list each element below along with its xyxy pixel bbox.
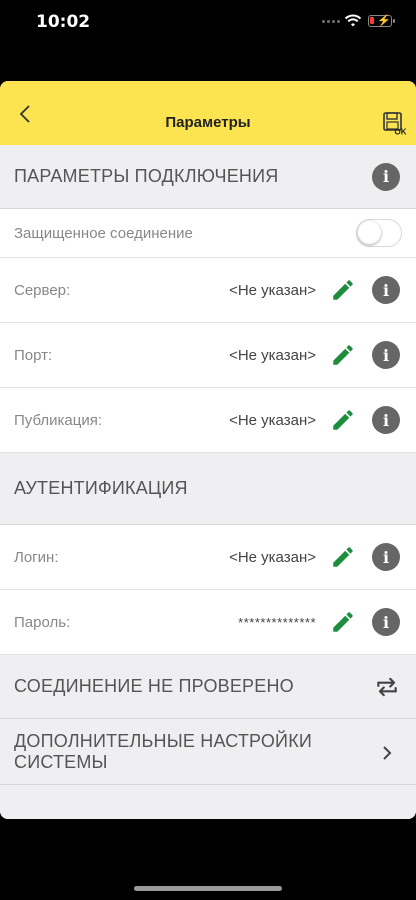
edit-port-pencil-icon[interactable] — [330, 342, 356, 368]
server-value: <Не указан> — [229, 281, 316, 299]
toggle-knob — [358, 221, 381, 244]
save-ok-badge: OK — [395, 128, 407, 136]
advanced-title-line2: СИСТЕМЫ — [14, 751, 108, 772]
section-connection-params: ПАРАМЕТРЫ ПОДКЛЮЧЕНИЯ i — [0, 145, 416, 209]
password-value: ************** — [238, 614, 316, 630]
app-header: Параметры OK — [0, 81, 416, 145]
login-label: Логин: — [14, 548, 59, 566]
battery-icon: ⚡ — [368, 15, 395, 27]
edit-password-pencil-icon[interactable] — [330, 609, 356, 635]
home-indicator[interactable] — [134, 886, 282, 891]
password-info-icon[interactable]: i — [372, 608, 400, 636]
page-title: Параметры — [165, 114, 251, 131]
port-row: Порт: <Не указан> i — [0, 323, 416, 388]
swap-arrows-icon[interactable] — [374, 674, 400, 700]
edit-login-pencil-icon[interactable] — [330, 544, 356, 570]
login-value: <Не указан> — [229, 548, 316, 566]
edit-publication-pencil-icon[interactable] — [330, 407, 356, 433]
cellular-signal-icon — [322, 20, 340, 23]
secure-connection-toggle[interactable] — [356, 219, 402, 247]
secure-connection-label: Защищенное соединение — [14, 224, 193, 242]
section-title: АУТЕНТИФИКАЦИЯ — [14, 478, 188, 498]
wifi-icon — [344, 14, 362, 27]
login-info-icon[interactable]: i — [372, 543, 400, 571]
bottom-spacer — [0, 785, 416, 819]
connection-status-title: СОЕДИНЕНИЕ НЕ ПРОВЕРЕНО — [14, 676, 294, 696]
section-authentication: АУТЕНТИФИКАЦИЯ — [0, 453, 416, 525]
server-info-icon[interactable]: i — [372, 276, 400, 304]
secure-connection-row: Защищенное соединение — [0, 209, 416, 258]
publication-info-icon[interactable]: i — [372, 406, 400, 434]
password-row: Пароль: ************** i — [0, 590, 416, 655]
publication-row: Публикация: <Не указан> i — [0, 388, 416, 453]
advanced-settings-row[interactable]: ДОПОЛНИТЕЛЬНЫЕ НАСТРОЙКИ СИСТЕМЫ — [0, 719, 416, 785]
login-row: Логин: <Не указан> i — [0, 525, 416, 590]
server-label: Сервер: — [14, 281, 71, 299]
publication-value: <Не указан> — [229, 411, 316, 429]
status-bar: 10:02 ⚡ — [0, 0, 416, 44]
advanced-title-line1: ДОПОЛНИТЕЛЬНЫЕ НАСТРОЙКИ — [14, 730, 313, 751]
status-time: 10:02 — [36, 12, 91, 32]
settings-screen: Параметры OK ПАРАМЕТРЫ ПОДКЛЮЧЕНИЯ i Защ… — [0, 81, 416, 819]
section-title: ПАРАМЕТРЫ ПОДКЛЮЧЕНИЯ — [14, 166, 279, 186]
connection-check-row[interactable]: СОЕДИНЕНИЕ НЕ ПРОВЕРЕНО — [0, 655, 416, 719]
server-row: Сервер: <Не указан> i — [0, 258, 416, 323]
advanced-settings-title: ДОПОЛНИТЕЛЬНЫЕ НАСТРОЙКИ СИСТЕМЫ — [14, 731, 312, 773]
port-info-icon[interactable]: i — [372, 341, 400, 369]
info-icon[interactable]: i — [372, 162, 400, 191]
edit-server-pencil-icon[interactable] — [330, 277, 356, 303]
chevron-right-icon — [383, 746, 392, 760]
password-label: Пароль: — [14, 613, 71, 631]
port-value: <Не указан> — [229, 346, 316, 364]
save-ok-button[interactable]: OK — [382, 111, 406, 135]
publication-label: Публикация: — [14, 411, 102, 429]
port-label: Порт: — [14, 346, 53, 364]
